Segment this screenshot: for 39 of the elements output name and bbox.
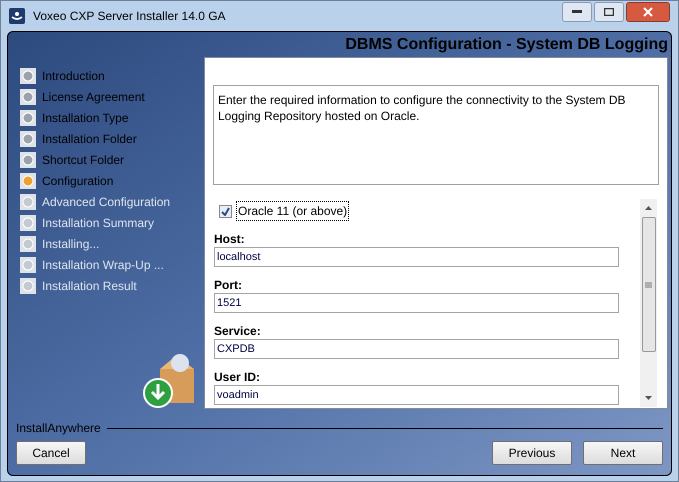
next-button[interactable]: Next: [583, 441, 663, 465]
field-label: Port:: [214, 277, 243, 293]
field-label: Host:: [214, 231, 246, 247]
maximize-icon: [604, 8, 614, 16]
step-label: Installation Type: [42, 110, 129, 126]
step-label: Installation Folder: [42, 130, 137, 148]
maximize-button[interactable]: [594, 2, 624, 22]
step-label: Installing...: [42, 236, 100, 252]
step-label: Introduction: [42, 68, 105, 84]
check-icon: [221, 206, 230, 216]
text-field[interactable]: voadmin: [214, 385, 619, 405]
scrollbar[interactable]: [640, 199, 657, 407]
previous-button[interactable]: Previous: [492, 441, 572, 465]
grip-icon: [645, 282, 652, 288]
text-field[interactable]: localhost: [214, 247, 619, 267]
oracle-checkbox[interactable]: [219, 204, 232, 218]
step-label: Installation Result: [42, 278, 137, 294]
app-icon: [9, 8, 25, 24]
page-title: DBMS Configuration - System DB Logging: [345, 34, 668, 54]
step-label: Installation Wrap-Up ...: [42, 256, 164, 274]
minimize-button[interactable]: [562, 2, 592, 22]
scroll-thumb[interactable]: [642, 217, 656, 352]
window-title: Voxeo CXP Server Installer 14.0 GA: [33, 8, 227, 25]
minimize-icon: [572, 10, 582, 14]
step-label: Shortcut Folder: [42, 152, 124, 168]
brand-label: InstallAnywhere: [16, 420, 101, 437]
close-button[interactable]: [626, 2, 670, 22]
close-icon: [643, 7, 653, 17]
step-label: Advanced Configuration: [42, 194, 170, 210]
field-label: Service:: [214, 323, 262, 339]
cancel-button[interactable]: Cancel: [16, 441, 86, 465]
checkbox-label[interactable]: Oracle 11 (or above): [236, 201, 350, 221]
text-field[interactable]: CXPDB: [214, 339, 619, 359]
step-label: Installation Summary: [42, 214, 154, 232]
text-field[interactable]: 1521: [214, 293, 619, 313]
step-label: Configuration: [42, 172, 114, 190]
step-label: License Agreement: [42, 88, 145, 106]
description-text: Enter the required information to configure the connectivity to the System DB Logging Repository hosted on Oracle.: [218, 92, 627, 124]
field-label: User ID:: [214, 369, 262, 385]
